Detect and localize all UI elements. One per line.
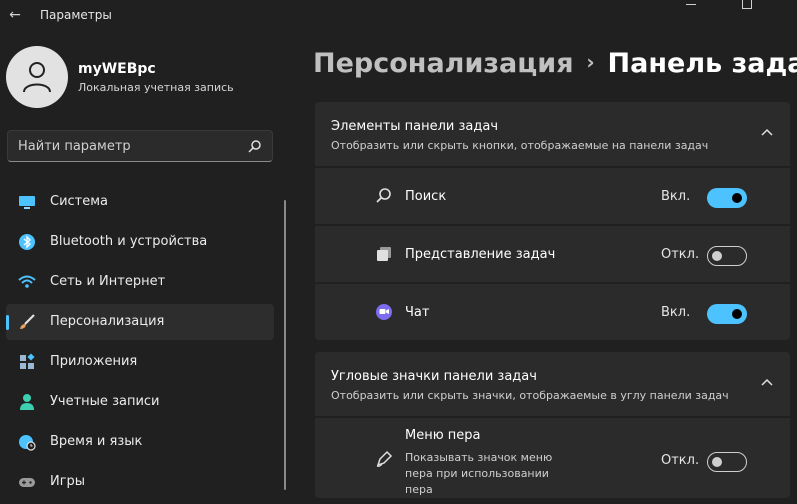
section-subtitle: Отобразить или скрыть значки, отображаем… [331, 389, 729, 402]
task-view-icon [377, 247, 391, 261]
globe-clock-icon [19, 435, 36, 451]
sidebar-item-gaming[interactable]: Игры [6, 464, 274, 500]
sidebar-item-label: Сеть и Интернет [50, 274, 166, 289]
section-title: Элементы панели задач [331, 119, 499, 134]
sidebar-item-label: Игры [50, 474, 86, 489]
apps-icon [20, 353, 35, 369]
sidebar-scrollbar[interactable] [284, 200, 286, 490]
search-icon [376, 188, 391, 203]
search-placeholder: Найти параметр [18, 139, 131, 154]
section-header[interactable]: Угловые значки панели задач Отобразить и… [315, 352, 790, 416]
setting-label: Поиск [405, 189, 447, 204]
bluetooth-icon [19, 234, 35, 250]
section-title: Угловые значки панели задач [331, 369, 537, 384]
setting-row-pen-menu: Меню пера Показывать значок меню пера пр… [315, 416, 790, 498]
search-input[interactable]: Найти параметр [7, 130, 273, 162]
section-header[interactable]: Элементы панели задач Отобразить или скр… [315, 102, 790, 166]
gamepad-icon [19, 478, 35, 487]
person-icon [23, 62, 51, 93]
breadcrumb-parent[interactable]: Персонализация [313, 48, 574, 79]
sidebar-item-label: Время и язык [50, 434, 143, 449]
sidebar-item-label: Приложения [50, 354, 138, 369]
account-type: Локальная учетная запись [78, 81, 234, 94]
chevron-right-icon: › [586, 50, 595, 74]
chevron-up-icon[interactable] [758, 374, 776, 392]
avatar [6, 46, 68, 108]
monitor-icon [19, 196, 35, 209]
toggle-state-label: Вкл. [661, 305, 691, 320]
chevron-up-icon[interactable] [758, 124, 776, 142]
user-profile[interactable]: myWEBpc Локальная учетная запись [6, 46, 286, 108]
search-toggle[interactable] [707, 188, 747, 208]
toggle-state-label: Откл. [661, 247, 700, 262]
setting-row-task-view: Представление задач Откл. [315, 224, 790, 282]
title-bar: ← Параметры [0, 0, 797, 32]
setting-description: Показывать значок меню пера при использо… [405, 451, 553, 496]
sidebar-item-personalization[interactable]: Персонализация [6, 304, 274, 340]
sidebar-item-label: Bluetooth и устройства [50, 234, 208, 249]
toggle-state-label: Вкл. [661, 189, 691, 204]
brush-icon [20, 314, 35, 329]
page-title: Панель задач [607, 48, 797, 79]
close-icon[interactable] [763, 0, 797, 14]
chat-icon [376, 304, 392, 320]
setting-label: Представление задач [405, 247, 556, 262]
sidebar-item-time-language[interactable]: Время и язык [6, 424, 274, 460]
setting-label: Меню пера [405, 428, 481, 443]
arrow-left-icon[interactable]: ← [6, 6, 24, 24]
task-view-toggle[interactable] [707, 246, 747, 266]
setting-row-chat: Чат Вкл. [315, 282, 790, 340]
sidebar-item-label: Персонализация [50, 314, 165, 329]
sidebar-item-network[interactable]: Сеть и Интернет [6, 264, 274, 300]
taskbar-items-section: Элементы панели задач Отобразить или скр… [315, 102, 790, 340]
breadcrumb: Персонализация › Панель задач [313, 48, 797, 79]
setting-row-search: Поиск Вкл. [315, 166, 790, 224]
sidebar-item-accounts[interactable]: Учетные записи [6, 384, 274, 420]
sidebar-nav: Система Bluetooth и устройства Сеть и Ин… [6, 184, 274, 504]
minimize-icon[interactable] [668, 0, 714, 14]
sidebar-item-bluetooth[interactable]: Bluetooth и устройства [6, 224, 274, 260]
app-title: Параметры [40, 8, 112, 22]
sidebar-item-system[interactable]: Система [6, 184, 274, 220]
toggle-state-label: Откл. [661, 453, 700, 468]
corner-icons-section: Угловые значки панели задач Отобразить и… [315, 352, 790, 498]
sidebar-item-apps[interactable]: Приложения [6, 344, 274, 380]
setting-label: Чат [405, 305, 430, 320]
search-icon[interactable] [248, 139, 262, 153]
user-name: myWEBpc [78, 61, 156, 77]
section-subtitle: Отобразить или скрыть кнопки, отображаем… [331, 139, 709, 152]
sidebar-item-label: Система [50, 194, 109, 209]
wifi-icon [18, 275, 36, 288]
chat-toggle[interactable] [707, 304, 747, 324]
pen-menu-toggle[interactable] [707, 452, 747, 472]
person-icon [20, 394, 34, 410]
pen-icon [376, 450, 393, 467]
sidebar-item-label: Учетные записи [50, 394, 160, 409]
